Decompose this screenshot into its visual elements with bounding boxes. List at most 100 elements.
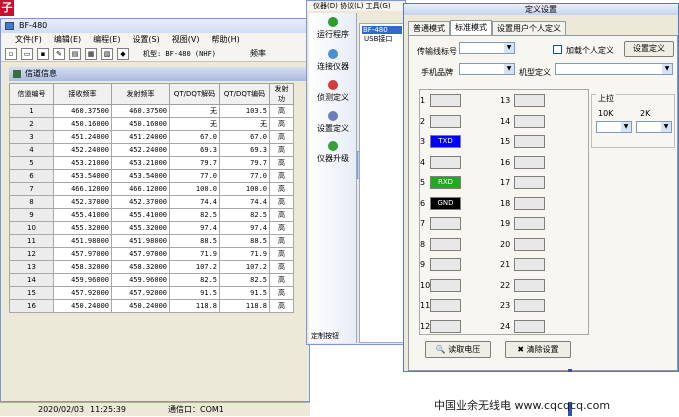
table-cell[interactable]: 9	[9, 208, 54, 222]
column-header[interactable]: QT/DQT编码	[219, 83, 270, 105]
table-cell[interactable]: 高	[269, 208, 294, 222]
table-row[interactable]: 4 452.24000 452.24000 69.3 69.3 高	[9, 143, 294, 157]
new-file-icon[interactable]: ▫	[5, 47, 17, 60]
brand-select[interactable]: ▼	[459, 63, 515, 75]
connect-device-button[interactable]: 连接仪器	[309, 49, 357, 72]
tree-item-selected[interactable]: BF-480	[362, 26, 402, 34]
table-cell[interactable]: 82.5	[219, 208, 270, 222]
table-cell[interactable]: 高	[269, 286, 294, 300]
table-cell[interactable]: 79.7	[169, 156, 220, 170]
table-cell[interactable]: 高	[269, 234, 294, 248]
table-cell[interactable]: 450.24000	[53, 299, 112, 313]
table-cell[interactable]: 97.4	[219, 221, 270, 235]
table-cell[interactable]: 74.4	[169, 195, 220, 209]
table-cell[interactable]: 451.98000	[53, 234, 112, 248]
set-def-button[interactable]: 设置定义	[624, 41, 674, 57]
pin-box[interactable]	[514, 299, 545, 312]
table-cell[interactable]: 458.32000	[53, 260, 112, 274]
pin-box[interactable]	[514, 135, 545, 148]
write-radio-icon[interactable]: ▧	[101, 47, 113, 60]
table-cell[interactable]: 91.5	[219, 286, 270, 300]
table-cell[interactable]: 457.97000	[53, 247, 112, 261]
menu-program[interactable]: 编程(E)	[87, 33, 126, 46]
table-cell[interactable]: 103.5	[219, 104, 270, 118]
edit-icon[interactable]: ✎	[53, 47, 65, 60]
run-program-button[interactable]: 运行程序	[309, 17, 357, 40]
table-cell[interactable]: 79.7	[219, 156, 270, 170]
table-cell[interactable]: 高	[269, 273, 294, 287]
table-cell[interactable]: 450.16000	[53, 117, 112, 131]
table-cell[interactable]: 450.16000	[111, 117, 170, 131]
device-menu[interactable]: 仪器(D) 协议(L) 工具(G)	[307, 1, 405, 11]
table-cell[interactable]: 高	[269, 104, 294, 118]
table-cell[interactable]: 7	[9, 182, 54, 196]
table-cell[interactable]: 77.0	[169, 169, 220, 183]
table-cell[interactable]: 457.97000	[111, 247, 170, 261]
table-cell[interactable]: 451.24000	[111, 130, 170, 144]
table-cell[interactable]: 451.24000	[53, 130, 112, 144]
open-folder-icon[interactable]: ▭	[21, 47, 33, 60]
table-cell[interactable]: 82.5	[169, 208, 220, 222]
table-cell[interactable]: 无	[169, 117, 220, 131]
table-cell[interactable]: 71.9	[219, 247, 270, 261]
tree-item-usb[interactable]: USB接口	[360, 34, 404, 44]
pin-box[interactable]	[514, 94, 545, 107]
table-cell[interactable]: 450.24000	[111, 299, 170, 313]
pin-box[interactable]	[514, 217, 545, 230]
table-row[interactable]: 3 451.24000 451.24000 67.0 67.0 高	[9, 130, 294, 144]
table-cell[interactable]: 88.5	[219, 234, 270, 248]
table-cell[interactable]: 118.8	[219, 299, 270, 313]
model-def-select[interactable]: ▼	[555, 63, 673, 75]
pin-box[interactable]	[514, 237, 545, 251]
table-cell[interactable]: 107.2	[169, 260, 220, 274]
detect-def-button[interactable]: 侦测定义	[309, 80, 357, 103]
table-cell[interactable]: 82.5	[219, 273, 270, 287]
column-header[interactable]: QT/DQT解码	[169, 83, 220, 105]
table-row[interactable]: 15 457.92000 457.92000 91.5 91.5 高	[9, 286, 294, 300]
pin-box[interactable]	[430, 299, 461, 312]
table-row[interactable]: 2 450.16000 450.16000 无无高	[9, 117, 294, 131]
table-cell[interactable]: 91.5	[169, 286, 220, 300]
table-cell[interactable]: 无	[219, 117, 270, 131]
table-cell[interactable]: 13	[9, 260, 54, 274]
read-voltage-button[interactable]: 🔍 读取电压	[425, 341, 491, 358]
pullup-2k-select[interactable]: ▼	[636, 121, 672, 133]
menu-edit[interactable]: 编辑(E)	[48, 33, 87, 46]
pin-box[interactable]	[430, 155, 461, 169]
table-cell[interactable]: 458.32000	[111, 260, 170, 274]
pin-box[interactable]	[514, 319, 545, 333]
table-cell[interactable]: 5	[9, 156, 54, 170]
table-row[interactable]: 8 452.37000 452.37000 74.4 74.4 高	[9, 195, 294, 209]
pin-box[interactable]	[430, 237, 461, 251]
table-cell[interactable]: 455.32000	[53, 221, 112, 235]
table-cell[interactable]: 2	[9, 117, 54, 131]
table-cell[interactable]: 高	[269, 169, 294, 183]
table-cell[interactable]: 6	[9, 169, 54, 183]
pin-box[interactable]	[430, 319, 461, 333]
menu-file[interactable]: 文件(F)	[9, 33, 48, 46]
table-cell[interactable]: 74.4	[219, 195, 270, 209]
table-cell[interactable]: 453.54000	[111, 169, 170, 183]
table-cell[interactable]: 453.21000	[53, 156, 112, 170]
table-row[interactable]: 5 453.21000 453.21000 79.7 79.7 高	[9, 156, 294, 170]
table-cell[interactable]: 100.0	[219, 182, 270, 196]
table-cell[interactable]: 455.32000	[111, 221, 170, 235]
pullup-10k-select[interactable]: ▼	[596, 121, 632, 133]
table-row[interactable]: 9 455.41000 455.41000 82.5 82.5 高	[9, 208, 294, 222]
table-cell[interactable]: 1	[9, 104, 54, 118]
column-header[interactable]: 信道编号	[9, 83, 54, 105]
table-cell[interactable]: 459.96000	[111, 273, 170, 287]
table-cell[interactable]: 457.92000	[53, 286, 112, 300]
table-cell[interactable]: 高	[269, 299, 294, 313]
column-header[interactable]: 接收频率	[53, 83, 112, 105]
table-cell[interactable]: 12	[9, 247, 54, 261]
eraser-icon[interactable]: ◆	[117, 47, 129, 60]
table-cell[interactable]: 67.0	[169, 130, 220, 144]
table-cell[interactable]: 451.98000	[111, 234, 170, 248]
table-cell[interactable]: 452.37000	[53, 195, 112, 209]
add-custom-checkbox[interactable]	[553, 45, 562, 54]
tx-line-select[interactable]: ▼	[459, 42, 515, 54]
table-cell[interactable]: 高	[269, 195, 294, 209]
table-cell[interactable]: 466.12000	[53, 182, 112, 196]
table-cell[interactable]: 高	[269, 143, 294, 157]
